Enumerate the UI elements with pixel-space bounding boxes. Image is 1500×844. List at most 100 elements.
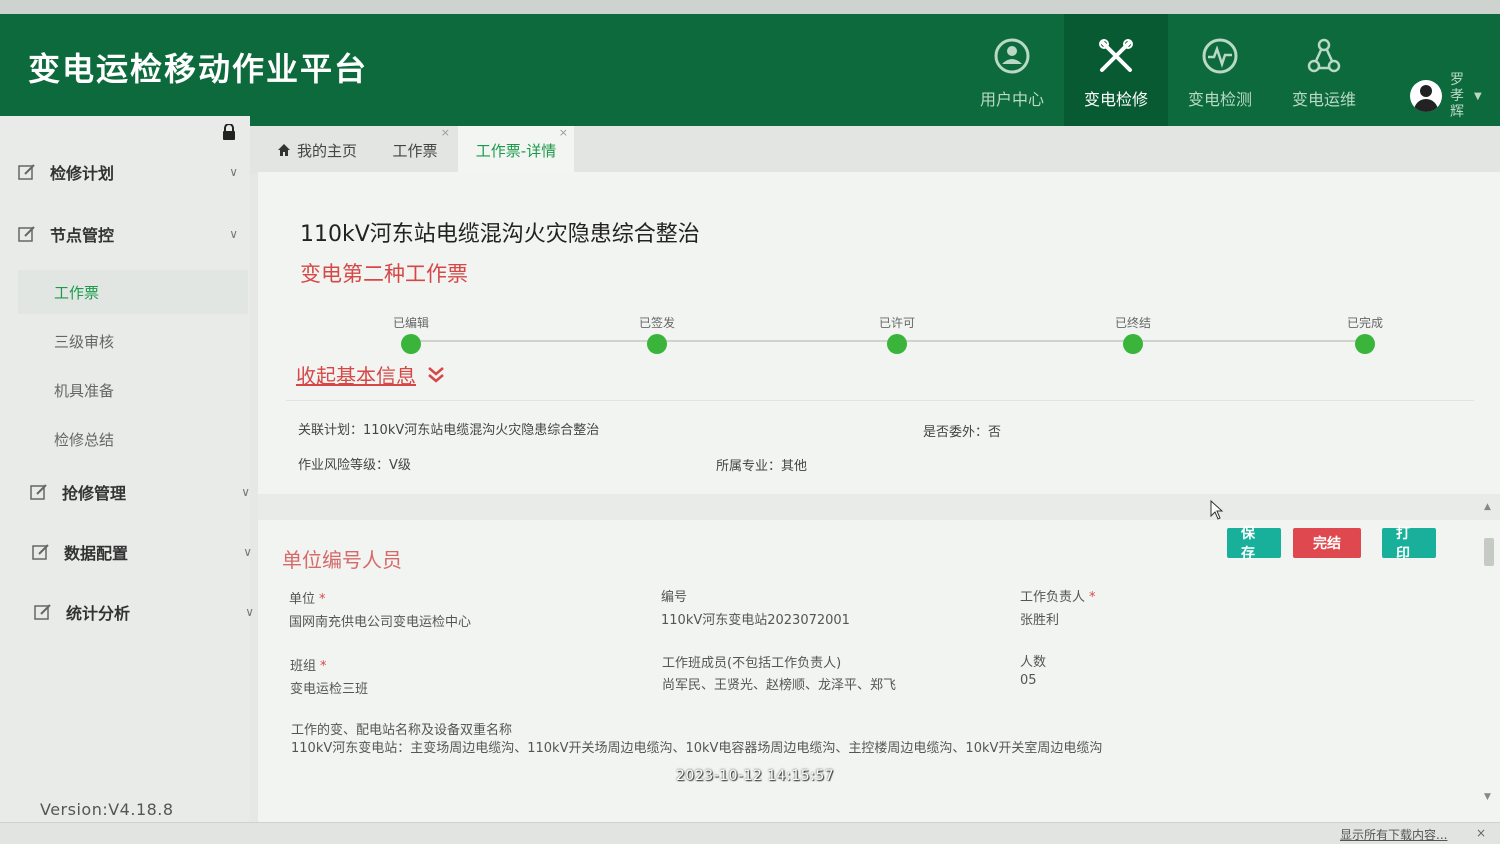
nav-label: 用户中心 [979,90,1044,109]
close-icon[interactable]: × [441,126,450,139]
scroll-down-icon[interactable]: ▼ [1484,792,1491,802]
nav-operations[interactable]: 变电运维 [1272,14,1376,130]
sidebar-group-label: 检修计划 [50,164,115,183]
tab-ticket-detail[interactable]: 工作票-详情 × [458,126,574,174]
specialty: 所属专业：其他 [716,459,808,474]
chevron-down-icon: ∨ [229,165,238,179]
app-root: 变电运检移动作业平台 用户中心 变电检修 变电检测 变电运维 罗孝辉 ▼ 检修计… [0,0,1500,844]
step-issued: 已签发 [617,314,697,354]
outsourced-flag: 是否委外：否 [923,425,1002,440]
required-mark: * [1089,590,1096,605]
user-name: 罗孝辉 [1450,72,1464,120]
edit-icon [30,484,47,500]
finish-button[interactable]: 完结 [1293,528,1361,558]
sidebar-group-repair[interactable]: 抢修管理 ∨ [30,472,250,512]
step-label: 已签发 [638,316,675,330]
workflow-progress: 已编辑 已签发 已许可 已终结 已完成 [378,302,1383,362]
sidebar-group-data-config[interactable]: 数据配置 ∨ [32,532,252,572]
station-label: 工作的变、配电站名称及设备双重名称 [291,723,513,738]
sidebar-group-label: 节点管控 [50,226,115,245]
show-all-downloads-link[interactable]: 显示所有下载内容... [1340,826,1447,843]
team-field[interactable]: 变电运检三班 [290,678,368,697]
content-scrollbar[interactable]: ▲ ▼ [1480,502,1496,802]
section-title: 单位编号人员 [282,548,402,572]
app-title: 变电运检移动作业平台 [28,50,369,88]
number-field[interactable]: 110kV河东变电站2023072001 [661,609,850,628]
edit-icon [34,604,51,620]
nav-user-center[interactable]: 用户中心 [960,14,1064,130]
nav-detection[interactable]: 变电检测 [1168,14,1272,130]
tab-label: 工作票-详情 [475,141,557,160]
step-dot [401,334,421,354]
step-label: 已编辑 [392,316,429,330]
user-menu[interactable]: 罗孝辉 ▼ [1410,72,1482,120]
members-label: 工作班成员(不包括工作负责人) [662,656,842,671]
chevron-down-icon: ∨ [245,605,254,619]
chevron-down-icon: ∨ [243,545,252,559]
lock-icon[interactable] [222,124,236,140]
nav-maintenance[interactable]: 变电检修 [1064,14,1168,130]
count-label: 人数 [1020,655,1047,670]
sidebar-item-work-ticket[interactable]: 工作票 [18,270,248,314]
number-label: 编号 [661,590,688,605]
edit-icon [32,544,49,560]
required-mark: * [320,659,327,674]
heartbeat-icon [1202,38,1238,74]
tools-icon [1099,39,1133,72]
operations-icon [1307,38,1341,73]
sidebar: 检修计划 ∨ 节点管控 ∨ 工作票 三级审核 机具准备 检修总结 抢修管理 ∨ … [0,116,254,844]
sidebar-item-maintenance-summary[interactable]: 检修总结 [18,417,248,461]
tab-work-ticket[interactable]: 工作票 × [374,126,456,174]
mouse-cursor-icon [1210,500,1224,520]
edit-icon [18,226,35,242]
double-chevron-down-icon [428,366,444,383]
members-field[interactable]: 尚军民、王贤光、赵榜顺、龙泽平、郑飞 [662,674,896,693]
save-button[interactable]: 保存 [1227,526,1281,562]
toggle-label: 收起基本信息 [296,364,416,388]
step-label: 已终结 [1114,316,1151,330]
sidebar-group-label: 抢修管理 [62,484,127,503]
step-dot [1355,334,1375,354]
tab-label: 我的主页 [296,141,357,160]
leader-field[interactable]: 张胜利 [1020,609,1059,628]
step-edited: 已编辑 [371,314,451,354]
edit-icon [18,164,35,180]
collapse-basic-info-link[interactable]: 收起基本信息 [296,360,446,389]
basic-info-panel: 关联计划：110kV河东站电缆混沟火灾隐患综合整治 是否委外：否 作业风险等级：… [286,400,1474,492]
step-dot [887,334,907,354]
sidebar-item-tool-preparation[interactable]: 机具准备 [18,368,248,412]
ticket-type: 变电第二种工作票 [300,262,468,286]
station-field[interactable]: 110kV河东变电站：主变场周边电缆沟、110kV开关场周边电缆沟、10kV电容… [291,737,1102,756]
step-completed: 已完成 [1325,314,1405,354]
sidebar-group-label: 数据配置 [64,544,129,563]
sidebar-group-statistics[interactable]: 统计分析 ∨ [34,592,254,632]
caret-down-icon[interactable]: ▼ [1474,91,1482,102]
unit-field[interactable]: 国网南充供电公司变电运检中心 [289,611,471,630]
nav-label: 变电检测 [1187,90,1252,109]
top-nav: 用户中心 变电检修 变电检测 变电运维 [960,14,1376,130]
print-button[interactable]: 打印 [1382,526,1436,562]
sidebar-item-three-level-review[interactable]: 三级审核 [18,319,248,363]
avatar[interactable] [1410,80,1442,112]
related-plan: 关联计划：110kV河东站电缆混沟火灾隐患综合整治 [298,423,600,438]
step-label: 已许可 [878,316,915,330]
tab-label: 工作票 [392,141,438,160]
close-icon[interactable]: × [559,126,568,139]
count-field[interactable]: 05 [1020,673,1037,688]
team-label: 班组 * [290,659,327,674]
scroll-thumb[interactable] [1484,538,1494,566]
main-content: 110kV河东站电缆混沟火灾隐患综合整治 变电第二种工作票 已编辑 已签发 已许… [258,172,1500,844]
required-mark: * [319,592,326,607]
chevron-down-icon: ∨ [241,485,250,499]
nav-label: 变电检修 [1083,90,1148,109]
step-permitted: 已许可 [857,314,937,354]
nav-label: 变电运维 [1291,90,1356,109]
download-bar: 显示所有下载内容... × [0,822,1500,844]
step-terminated: 已终结 [1093,314,1173,354]
section-divider [258,494,1500,520]
scroll-up-icon[interactable]: ▲ [1484,502,1491,512]
sidebar-group-node-control[interactable]: 节点管控 ∨ [18,214,238,254]
sidebar-group-plan[interactable]: 检修计划 ∨ [18,152,238,192]
tab-home[interactable]: 我的主页 [260,126,374,174]
close-icon[interactable]: × [1476,826,1486,840]
